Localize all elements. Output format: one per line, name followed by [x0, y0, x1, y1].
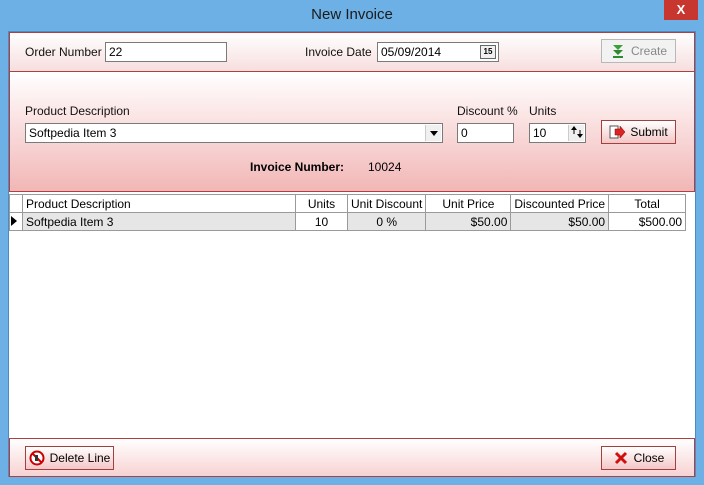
cell-discounted-price[interactable]: $50.00 — [510, 212, 610, 231]
submit-button[interactable]: Submit — [601, 120, 676, 144]
column-header-unit-discount[interactable]: Unit Discount — [346, 194, 427, 213]
column-header-units[interactable]: Units — [295, 194, 348, 213]
spin-arrows-icon[interactable] — [568, 125, 584, 141]
product-description-label: Product Description — [25, 104, 130, 118]
column-header-unit-price[interactable]: Unit Price — [425, 194, 512, 213]
window-close-button[interactable]: X — [664, 0, 698, 20]
discount-label: Discount % — [457, 104, 518, 118]
delete-line-button[interactable]: Delete Line — [25, 446, 114, 470]
row-selector-header — [9, 194, 23, 213]
cell-unit-discount[interactable]: 0 % — [346, 212, 427, 231]
red-no-entry-icon — [29, 450, 45, 466]
invoice-number-label: Invoice Number: — [250, 160, 345, 174]
table-row[interactable]: Softpedia Item 3 10 0 % $50.00 $50.00 $5… — [9, 212, 687, 231]
invoice-date-field[interactable]: 05/09/2014 15 — [377, 42, 499, 62]
chevron-down-icon[interactable] — [425, 125, 441, 141]
title-bar[interactable]: New Invoice X — [0, 0, 704, 31]
close-button[interactable]: Close — [601, 446, 676, 470]
line-entry-panel: Product Description Softpedia Item 3 Dis… — [9, 72, 695, 192]
column-header-total[interactable]: Total — [608, 194, 687, 213]
red-arrow-page-icon — [609, 124, 626, 140]
current-row-icon[interactable] — [9, 212, 23, 231]
submit-button-label: Submit — [630, 125, 668, 139]
delete-line-label: Delete Line — [49, 451, 111, 465]
invoice-lines-table: Product Description Units Unit Discount … — [9, 194, 687, 231]
create-button-label: Create — [630, 44, 668, 58]
cell-units[interactable]: 10 — [295, 212, 348, 231]
footer-panel: Delete Line Close — [9, 438, 695, 477]
table-header-row: Product Description Units Unit Discount … — [9, 194, 687, 213]
window-client-area: Order Number 22 Invoice Date 05/09/2014 … — [8, 31, 696, 477]
product-description-dropdown[interactable]: Softpedia Item 3 — [25, 123, 443, 143]
invoice-lines-grid[interactable]: Product Description Units Unit Discount … — [9, 192, 695, 438]
application-window: New Invoice X Order Number 22 Invoice Da… — [0, 0, 704, 485]
order-number-label: Order Number — [25, 45, 102, 59]
cell-product[interactable]: Softpedia Item 3 — [22, 212, 296, 231]
units-label: Units — [529, 104, 557, 118]
invoice-date-label: Invoice Date — [305, 45, 372, 59]
create-button[interactable]: Create — [601, 39, 676, 63]
calendar-icon[interactable]: 15 — [480, 45, 496, 59]
order-header-panel: Order Number 22 Invoice Date 05/09/2014 … — [9, 32, 695, 72]
order-number-field[interactable]: 22 — [105, 42, 227, 62]
units-stepper[interactable]: 10 — [529, 123, 586, 143]
product-description-value: Softpedia Item 3 — [29, 126, 117, 140]
column-header-discounted-price[interactable]: Discounted Price — [510, 194, 610, 213]
cell-total[interactable]: $500.00 — [608, 212, 687, 231]
green-down-arrows-icon — [610, 43, 626, 59]
red-x-icon — [613, 450, 629, 466]
invoice-date-value: 05/09/2014 — [381, 45, 442, 59]
close-button-label: Close — [633, 451, 665, 465]
window-title: New Invoice — [311, 6, 393, 23]
units-value: 10 — [533, 126, 547, 140]
cell-unit-price[interactable]: $50.00 — [425, 212, 512, 231]
column-header-product-description[interactable]: Product Description — [22, 194, 296, 213]
discount-field[interactable]: 0 — [457, 123, 514, 143]
invoice-number-value: 10024 — [368, 160, 402, 174]
